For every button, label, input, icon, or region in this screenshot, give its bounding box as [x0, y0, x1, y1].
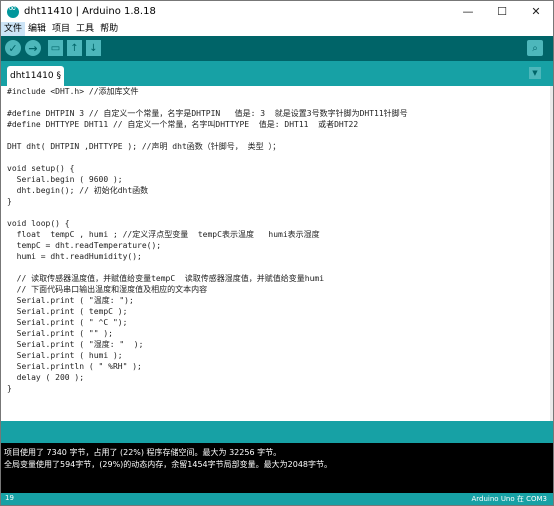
code-line: }	[7, 197, 12, 206]
code-line: #define DHTTYPE DHT11 // 自定义一个常量，名字叫DHTT…	[7, 120, 359, 129]
serial-monitor-button[interactable]: ⌕	[527, 40, 543, 56]
code-line: delay ( 200 );	[7, 373, 85, 382]
menu-edit[interactable]: 编辑	[25, 22, 49, 36]
menu-help[interactable]: 帮助	[97, 22, 121, 36]
tab-menu-button[interactable]: ▼	[529, 67, 541, 79]
editor-scrollbar[interactable]	[550, 86, 553, 421]
code-line: Serial.print ( humi );	[7, 351, 123, 360]
code-line: DHT dht( DHTPIN ,DHTTYPE ); //声明 dht函数（针…	[7, 142, 281, 151]
tab-dht11410[interactable]: dht11410 §	[7, 66, 64, 86]
menu-file[interactable]: 文件	[1, 22, 26, 36]
code-line: }	[7, 384, 12, 393]
arduino-logo-icon	[7, 3, 19, 18]
code-line: Serial.begin ( 9600 );	[7, 175, 123, 184]
menu-tools[interactable]: 工具	[73, 22, 97, 36]
code-line: void setup() {	[7, 164, 75, 173]
code-line: Serial.print ( "湿度: " );	[7, 340, 144, 349]
bottom-status-bar: 19 Arduino Uno 在 COM3	[1, 493, 553, 505]
code-line: Serial.println ( " %RH" );	[7, 362, 142, 371]
code-line: Serial.print ( "温度: ");	[7, 296, 134, 305]
code-line: Serial.print ( tempC );	[7, 307, 128, 316]
open-sketch-button[interactable]: ↑	[67, 40, 82, 56]
code-line: Serial.print ( "" );	[7, 329, 113, 338]
verify-button[interactable]: ✓	[5, 40, 21, 56]
save-sketch-button[interactable]: ↓	[86, 40, 101, 56]
maximize-button[interactable]: ☐	[485, 1, 519, 22]
tab-bar: dht11410 § ▼	[1, 61, 553, 86]
menu-bar: 文件 编辑 项目 工具 帮助	[1, 22, 553, 36]
console-output: 项目使用了 7340 字节，占用了 (22%) 程序存储空间。最大为 32256…	[1, 443, 553, 493]
title-bar[interactable]: dht11410 | Arduino 1.8.18 — ☐ ✕	[1, 1, 553, 22]
console-line: 项目使用了 7340 字节，占用了 (22%) 程序存储空间。最大为 32256…	[4, 448, 282, 457]
board-port-info: Arduino Uno 在 COM3	[471, 495, 548, 503]
code-line: // 下面代码串口输出温度和湿度值及相应的文本内容	[7, 285, 208, 294]
window-controls: — ☐ ✕	[451, 1, 553, 22]
code-line: dht.begin(); // 初始化dht函数	[7, 186, 149, 195]
close-button[interactable]: ✕	[519, 1, 553, 22]
line-number: 19	[5, 494, 14, 502]
code-line: // 读取传感器温度值，并赋值给变量tempC 读取传感器湿度值，并赋值给变量h…	[7, 274, 325, 283]
upload-button[interactable]: →	[25, 40, 41, 56]
new-sketch-button[interactable]: ▭	[48, 40, 63, 56]
minimize-button[interactable]: —	[451, 1, 485, 22]
code-line: #include <DHT.h> //添加库文件	[7, 87, 139, 96]
code-line: tempC = dht.readTemperature();	[7, 241, 162, 250]
code-line: void loop() {	[7, 219, 70, 228]
code-line: #define DHTPIN 3 // 自定义一个常量，名字是DHTPIN 值是…	[7, 109, 408, 118]
arduino-ide-window: dht11410 | Arduino 1.8.18 — ☐ ✕ 文件 编辑 项目…	[0, 0, 554, 506]
console-line: 全局变量使用了594字节，(29%)的动态内存，余留1454字节局部变量。最大为…	[4, 460, 333, 469]
menu-sketch[interactable]: 项目	[49, 22, 73, 36]
code-line: Serial.print ( " ^C ");	[7, 318, 128, 327]
code-line: humi = dht.readHumidity();	[7, 252, 142, 261]
status-strip	[1, 421, 553, 443]
toolbar: ✓ → ▭ ↑ ↓ ⌕	[1, 36, 553, 61]
window-title: dht11410 | Arduino 1.8.18	[24, 6, 156, 17]
code-line: float tempC , humi ; //定义浮点型变量 tempC表示温度…	[7, 230, 320, 239]
code-editor[interactable]: #include <DHT.h> //添加库文件 #define DHTPIN …	[1, 86, 553, 421]
